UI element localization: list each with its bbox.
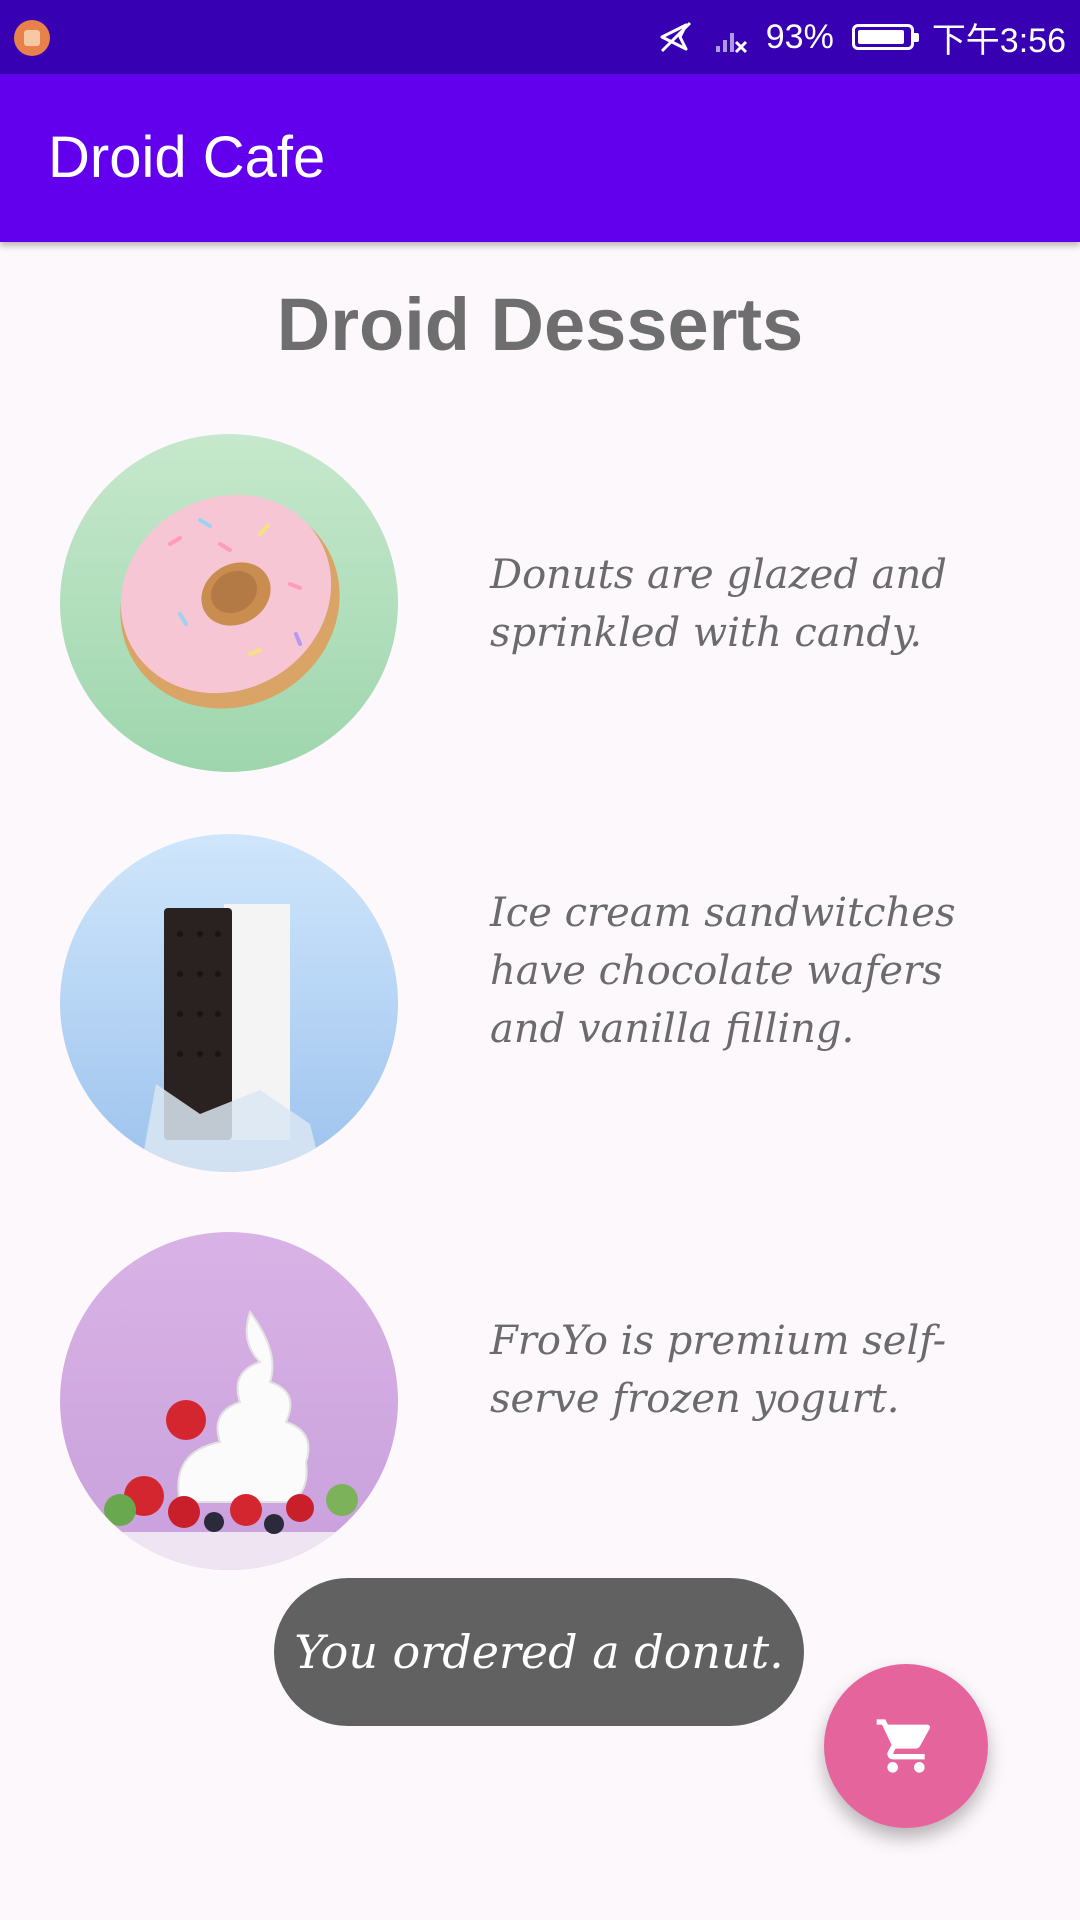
toast-text: You ordered a donut. xyxy=(294,1625,784,1679)
app-notification-icon xyxy=(14,20,50,56)
donut-image[interactable] xyxy=(60,434,398,772)
status-indicators: 93% 下午3:56 xyxy=(656,0,1066,74)
battery-percent: 93% xyxy=(765,17,834,56)
signal-icon xyxy=(715,33,747,54)
status-bar: 93% 下午3:56 xyxy=(0,0,1080,74)
clock: 下午3:56 xyxy=(931,21,1066,60)
app-title: Droid Cafe xyxy=(48,125,326,190)
ice-cream-sandwich-image[interactable] xyxy=(60,834,398,1172)
mute-icon xyxy=(660,21,691,53)
froyo-image[interactable] xyxy=(60,1232,398,1570)
page-title: Droid Desserts xyxy=(276,283,804,366)
cart-fab-button[interactable] xyxy=(824,1664,988,1828)
app-bar: Droid Cafe xyxy=(0,74,1080,242)
ice-cream-sandwich-description: Ice cream sandwitches have chocolate waf… xyxy=(490,890,956,1052)
ice-cream-sandwich-illustration xyxy=(60,834,398,1172)
battery-icon xyxy=(851,24,919,50)
toast-message: You ordered a donut. xyxy=(274,1578,804,1726)
donut-description: Donuts are glazed and sprinkled with can… xyxy=(490,552,947,656)
shopping-cart-icon xyxy=(876,1719,931,1773)
froyo-illustration xyxy=(60,1232,398,1570)
donut-illustration xyxy=(60,434,398,772)
froyo-description: FroYo is premium self-serve frozen yogur… xyxy=(490,1318,947,1422)
